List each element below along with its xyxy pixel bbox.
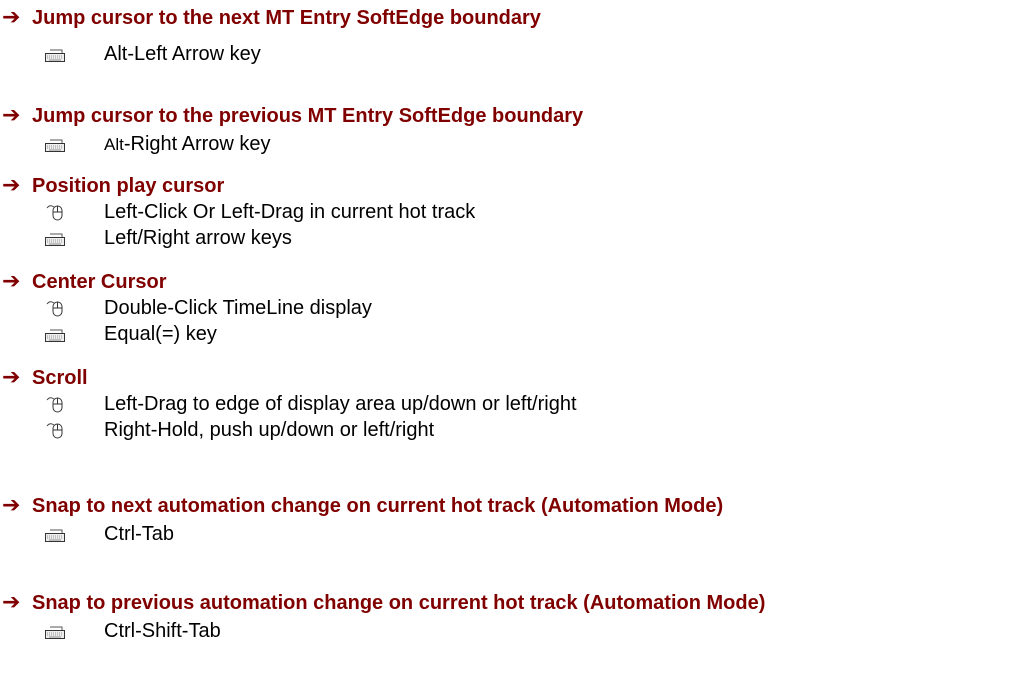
item-text: Right-Hold, push up/down or left/right [104,419,435,441]
heading-text: Position play cursor [32,175,225,197]
heading-text: Scroll [32,367,88,389]
mouse-icon [46,301,63,317]
item-text-prefix: Alt [104,135,124,154]
section-heading: ➔ Jump cursor to the next MT Entry SoftEd… [2,5,541,31]
section-heading: ➔ Jump cursor to the previous MT Entry So… [2,103,583,129]
keyboard-icon [45,626,65,639]
arrow-right-icon: ➔ [2,173,21,198]
item-text: Ctrl-Tab [104,523,175,545]
section-heading: ➔ Snap to previous automation change on c… [2,590,765,616]
section-heading: ➔ Snap to next automation change on curre… [2,493,723,519]
section-heading: ➔ Position play cursor [2,173,224,199]
heading-text: Snap to next automation change on curren… [32,495,724,517]
item-text: Left-Click Or Left-Drag in current hot t… [104,201,476,223]
item-text: Left-Drag to edge of display area up/dow… [104,393,577,415]
keyboard-icon [45,139,65,152]
heading-text: Jump cursor to the previous MT Entry Sof… [32,105,584,127]
section-heading: ➔ Center Cursor [2,269,166,295]
arrow-right-icon: ➔ [2,269,21,294]
item-text: Left/Right arrow keys [104,227,292,249]
heading-text: Snap to previous automation change on cu… [32,592,766,614]
arrow-right-icon: ➔ [2,5,21,30]
mouse-icon [46,205,63,221]
item-text: Double-Click TimeLine display [104,297,372,319]
arrow-right-icon: ➔ [2,493,21,518]
item-text: Equal(=) key [104,323,217,345]
arrow-right-icon: ➔ [2,590,21,615]
keyboard-icon [45,529,65,542]
keyboard-icon [45,233,65,246]
item-text: Ctrl-Shift-Tab [104,620,221,642]
arrow-right-icon: ➔ [2,103,21,128]
mouse-icon [46,423,63,439]
arrow-right-icon: ➔ [2,365,21,390]
item-text-rest: -Right Arrow key [123,133,271,155]
item-text: Alt-Right Arrow key [104,131,271,158]
heading-text: Jump cursor to the next MT Entry SoftEdg… [32,7,541,29]
keyboard-icon [45,329,65,342]
mouse-icon [46,397,63,413]
section-heading: ➔ Scroll [2,365,88,391]
keyboard-icon [45,49,65,62]
heading-text: Center Cursor [32,271,167,293]
item-text: Alt-Left Arrow key [104,43,261,65]
